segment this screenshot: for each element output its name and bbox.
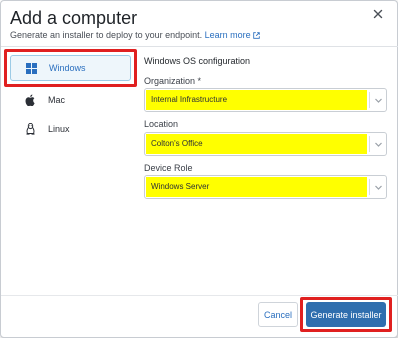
location-value: Colton's Office (146, 134, 367, 154)
device-role-value: Windows Server (146, 177, 367, 197)
select-separator (369, 92, 370, 108)
os-option-windows[interactable]: Windows (10, 55, 131, 81)
os-label-linux: Linux (48, 124, 70, 134)
chevron-down-icon (375, 185, 382, 190)
device-role-label: Device Role (144, 163, 193, 173)
header-divider (1, 46, 398, 47)
section-title: Windows OS configuration (144, 56, 251, 66)
organization-label: Organization * (144, 76, 202, 86)
os-label-mac: Mac (48, 95, 66, 105)
organization-value: Internal Infrastructure (146, 90, 367, 110)
learn-more-label: Learn more (204, 30, 251, 40)
select-separator (369, 179, 370, 195)
location-select[interactable]: Colton's Office (144, 132, 387, 156)
os-label-windows: Windows (49, 63, 86, 73)
device-role-select[interactable]: Windows Server (144, 175, 387, 199)
close-icon[interactable] (371, 7, 385, 21)
generate-installer-button[interactable]: Generate installer (306, 302, 386, 327)
select-separator (369, 136, 370, 152)
linux-icon (24, 123, 36, 135)
learn-more-link[interactable]: Learn more (205, 30, 260, 40)
apple-icon (24, 94, 36, 106)
dialog-title: Add a computer (10, 8, 138, 28)
os-option-linux[interactable]: Linux (10, 116, 131, 142)
os-option-mac[interactable]: Mac (10, 87, 131, 113)
organization-select[interactable]: Internal Infrastructure (144, 88, 387, 112)
footer-divider (1, 295, 398, 296)
windows-icon (25, 62, 37, 74)
dialog-subtitle: Generate an installer to deploy to your … (10, 30, 260, 40)
location-label: Location (144, 119, 179, 129)
chevron-down-icon (375, 98, 382, 103)
add-computer-dialog: Add a computer Generate an installer to … (0, 0, 398, 338)
external-link-icon (252, 32, 260, 39)
cancel-button[interactable]: Cancel (258, 302, 298, 327)
subtitle-text: Generate an installer to deploy to your … (10, 30, 203, 40)
chevron-down-icon (375, 142, 382, 147)
